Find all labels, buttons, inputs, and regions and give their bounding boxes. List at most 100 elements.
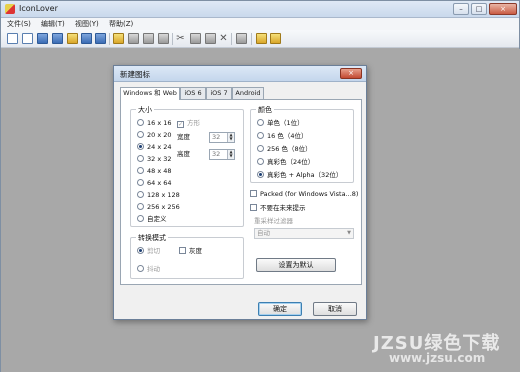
size-option-24[interactable]: 24 x 24 bbox=[137, 143, 172, 153]
menu-bar: 文件(S) 编辑(T) 视图(Y) 帮助(Z) bbox=[1, 18, 519, 30]
stepper-arrows-icon[interactable]: ▲ ▼ bbox=[227, 133, 234, 142]
toolbar-separator bbox=[109, 33, 110, 45]
menu-view[interactable]: 视图(Y) bbox=[75, 19, 99, 29]
dialog-title-bar: 新建图标 × bbox=[114, 66, 366, 82]
app-title: IconLover bbox=[19, 4, 58, 13]
properties-icon[interactable] bbox=[236, 33, 247, 44]
grid-icon[interactable] bbox=[95, 33, 106, 44]
size-option-label: 128 x 128 bbox=[147, 191, 180, 199]
tab-ios6[interactable]: iOS 6 bbox=[180, 87, 206, 99]
resample-value: 自动 bbox=[257, 229, 270, 237]
cut-icon[interactable]: ✂ bbox=[175, 33, 186, 44]
crop-label: 剪切 bbox=[147, 247, 160, 255]
import-icon[interactable] bbox=[81, 33, 92, 44]
size-option-64[interactable]: 64 x 64 bbox=[137, 179, 172, 189]
app-logo-icon bbox=[5, 4, 15, 14]
size-option-128[interactable]: 128 x 128 bbox=[137, 191, 180, 201]
radio-selected-icon bbox=[257, 171, 264, 178]
checkmark-icon: ✓ bbox=[177, 121, 184, 128]
close-button[interactable]: × bbox=[489, 3, 517, 15]
radio-icon bbox=[257, 132, 264, 139]
minimize-button[interactable]: – bbox=[453, 3, 469, 15]
menu-edit[interactable]: 编辑(T) bbox=[41, 19, 65, 29]
color-option-mono[interactable]: 单色（1位） bbox=[257, 119, 304, 129]
width-stepper[interactable]: 32 ▲ ▼ bbox=[209, 132, 235, 143]
size-option-label: 64 x 64 bbox=[147, 179, 172, 187]
convert-group-label: 转换模式 bbox=[136, 233, 168, 243]
maximize-button[interactable]: □ bbox=[471, 3, 487, 15]
tab-android[interactable]: Android bbox=[232, 87, 264, 99]
width-label: 宽度 bbox=[177, 133, 190, 141]
delete-icon[interactable]: ✕ bbox=[218, 33, 229, 44]
print-icon[interactable] bbox=[143, 33, 154, 44]
square-checkbox[interactable]: ✓ 方形 bbox=[177, 119, 200, 129]
size-option-label: 48 x 48 bbox=[147, 167, 172, 175]
gray-checkbox[interactable]: 灰度 bbox=[179, 247, 202, 257]
set-default-button[interactable]: 设置为默认 bbox=[256, 258, 336, 272]
size-option-256[interactable]: 256 x 256 bbox=[137, 203, 180, 213]
size-option-32[interactable]: 32 x 32 bbox=[137, 155, 172, 165]
help-icon[interactable] bbox=[270, 33, 281, 44]
size-option-label: 256 x 256 bbox=[147, 203, 180, 211]
radio-icon bbox=[137, 265, 144, 272]
size-option-20[interactable]: 20 x 20 bbox=[137, 131, 172, 141]
radio-icon bbox=[137, 179, 144, 186]
dither-label: 抖动 bbox=[147, 265, 160, 273]
color-option-16[interactable]: 16 色（4位） bbox=[257, 132, 307, 142]
size-option-custom[interactable]: 自定义 bbox=[137, 215, 167, 225]
film-icon[interactable] bbox=[128, 33, 139, 44]
resample-dropdown[interactable]: 自动 ▼ bbox=[254, 228, 354, 239]
dialog-title: 新建图标 bbox=[120, 70, 150, 79]
menu-help[interactable]: 帮助(Z) bbox=[109, 19, 133, 29]
color-option-label: 真彩色 + Alpha（32位） bbox=[267, 171, 343, 179]
size-option-label: 32 x 32 bbox=[147, 155, 172, 163]
color-group: 颜色 单色（1位） 16 色（4位） 256 色（8位） 真彩色（24位） 真彩… bbox=[250, 105, 354, 183]
size-option-label: 自定义 bbox=[147, 215, 167, 223]
stepper-arrows-icon[interactable]: ▲ ▼ bbox=[227, 150, 234, 159]
packed-checkbox[interactable]: Packed (for Windows Vista...8) bbox=[250, 190, 358, 200]
cancel-button[interactable]: 取消 bbox=[313, 302, 357, 316]
radio-icon bbox=[257, 119, 264, 126]
checkbox-icon bbox=[250, 204, 257, 211]
toolbar-separator bbox=[172, 33, 173, 45]
convert-group: 转换模式 剪切 灰度 抖动 bbox=[130, 233, 244, 279]
copy-icon[interactable] bbox=[190, 33, 201, 44]
dialog-close-button[interactable]: × bbox=[340, 68, 362, 79]
radio-icon bbox=[137, 215, 144, 222]
paste-icon[interactable] bbox=[205, 33, 216, 44]
toolbar: ✂ ✕ bbox=[1, 30, 519, 48]
radio-selected-icon bbox=[137, 143, 144, 150]
save-icon[interactable] bbox=[52, 33, 63, 44]
tab-ios7[interactable]: iOS 7 bbox=[206, 87, 232, 99]
new-file-icon[interactable] bbox=[7, 33, 18, 44]
ok-button[interactable]: 确定 bbox=[258, 302, 302, 316]
size-option-16[interactable]: 16 x 16 bbox=[137, 119, 172, 129]
stack-icon[interactable] bbox=[158, 33, 169, 44]
new-image-icon[interactable] bbox=[22, 33, 33, 44]
library-icon[interactable] bbox=[256, 33, 267, 44]
tab-windows-web[interactable]: Windows 和 Web bbox=[120, 87, 180, 100]
height-value: 32 bbox=[212, 150, 221, 158]
color-option-32bit[interactable]: 真彩色 + Alpha（32位） bbox=[257, 171, 342, 181]
color-option-label: 单色（1位） bbox=[267, 119, 304, 127]
size-option-label: 20 x 20 bbox=[147, 131, 172, 139]
no-prompt-checkbox[interactable]: 不要在未来提示 bbox=[250, 204, 306, 214]
width-value: 32 bbox=[212, 133, 221, 141]
height-stepper[interactable]: 32 ▲ ▼ bbox=[209, 149, 235, 160]
color-option-24bit[interactable]: 真彩色（24位） bbox=[257, 158, 314, 168]
open-icon[interactable] bbox=[37, 33, 48, 44]
size-option-label: 16 x 16 bbox=[147, 119, 172, 127]
square-label: 方形 bbox=[187, 119, 200, 127]
tab-panel: 大小 16 x 16 20 x 20 24 x 24 32 x 32 48 x … bbox=[120, 99, 362, 285]
menu-file[interactable]: 文件(S) bbox=[7, 19, 31, 29]
radio-selected-icon bbox=[137, 247, 144, 254]
toolbar-separator bbox=[231, 33, 232, 45]
size-group: 大小 16 x 16 20 x 20 24 x 24 32 x 32 48 x … bbox=[130, 105, 244, 227]
folder-icon[interactable] bbox=[113, 33, 124, 44]
size-option-48[interactable]: 48 x 48 bbox=[137, 167, 172, 177]
dither-option[interactable]: 抖动 bbox=[137, 265, 160, 275]
color-option-256[interactable]: 256 色（8位） bbox=[257, 145, 312, 155]
crop-option[interactable]: 剪切 bbox=[137, 247, 160, 257]
radio-icon bbox=[137, 203, 144, 210]
export-icon[interactable] bbox=[67, 33, 78, 44]
